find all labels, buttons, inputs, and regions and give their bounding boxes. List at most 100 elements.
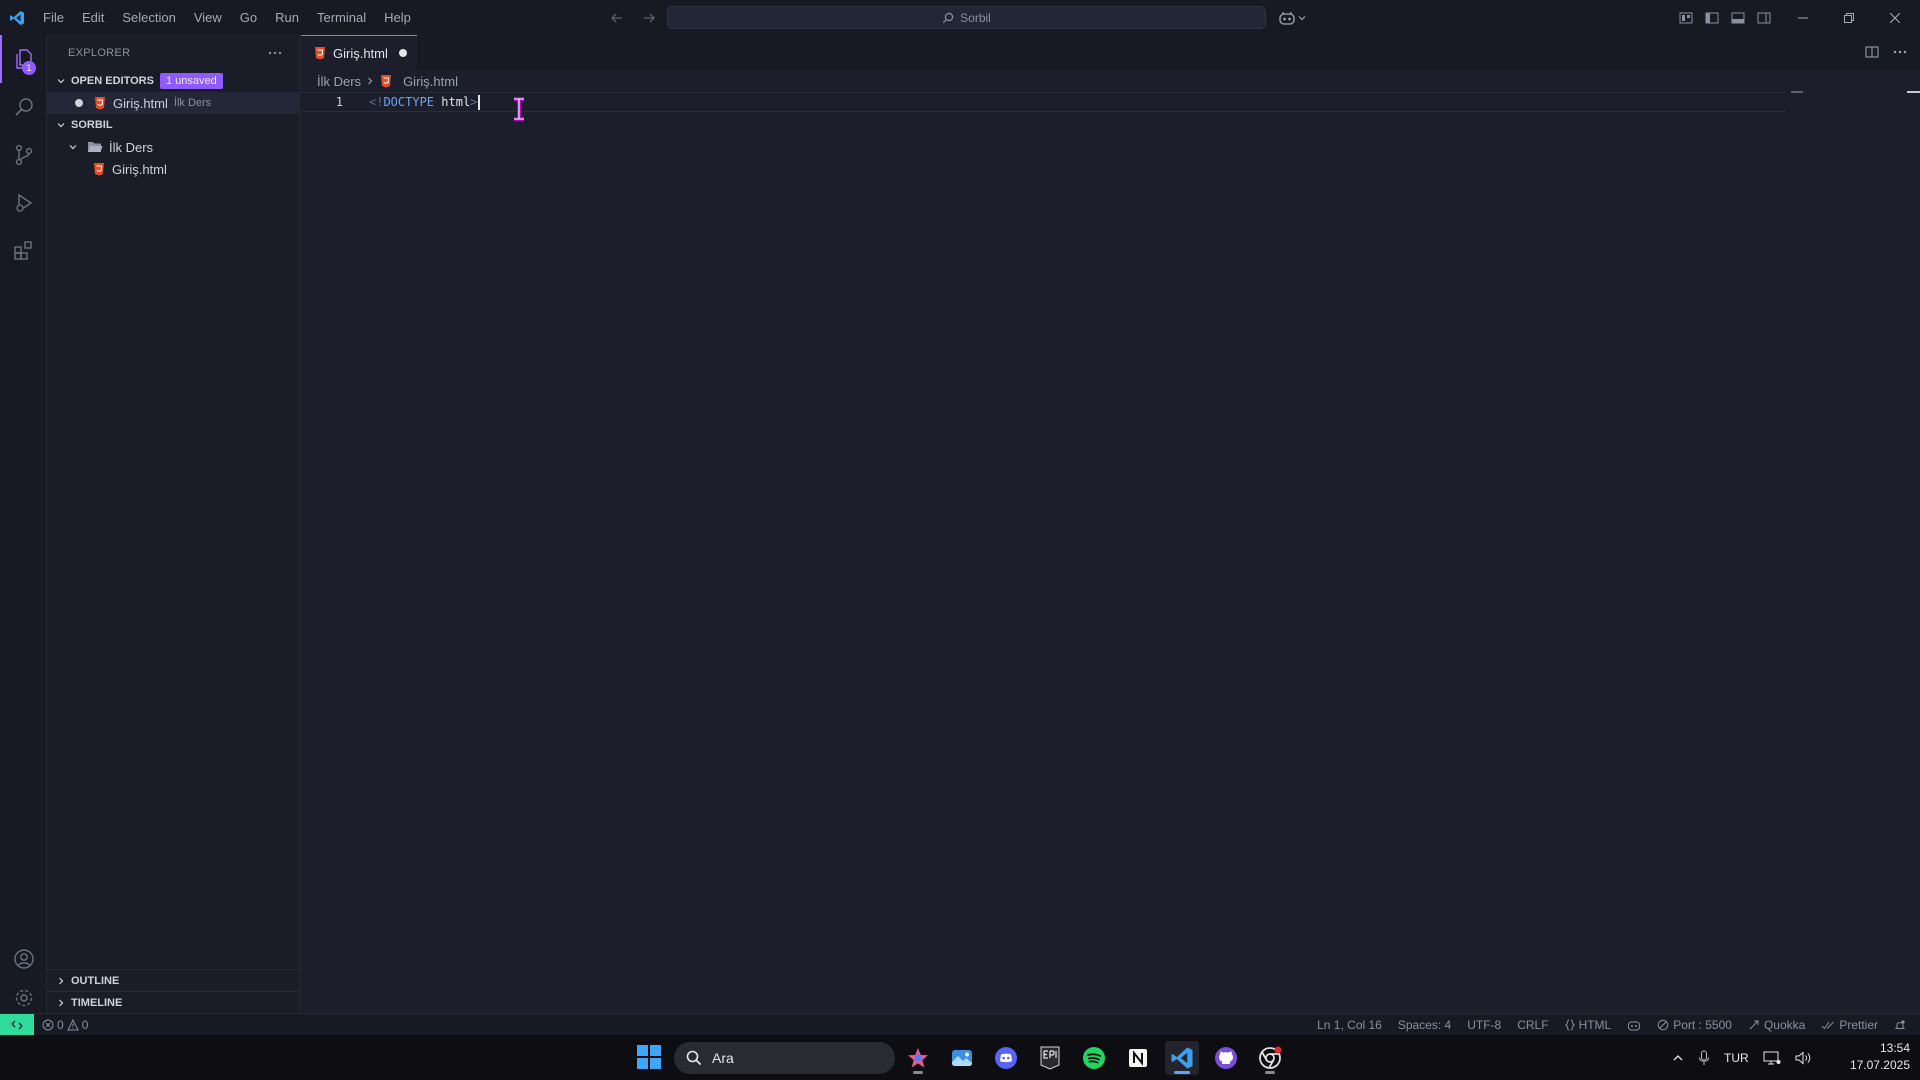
run-debug-icon: [12, 191, 36, 215]
windows-taskbar: Ara TUR 13:54 17.07.2025: [0, 1035, 1920, 1080]
taskbar-app-github[interactable]: [1209, 1041, 1243, 1075]
gear-icon: [12, 986, 36, 1010]
split-editor-icon[interactable]: [1862, 42, 1882, 62]
editor-area: Giriş.html İlk Ders Giriş.html 1 <!DOCTY…: [301, 35, 1920, 1013]
live-server-port[interactable]: Port : 5500: [1649, 1018, 1740, 1032]
menu-help[interactable]: Help: [375, 0, 420, 35]
forward-arrow-icon[interactable]: [638, 7, 660, 29]
copilot-status[interactable]: [1619, 1019, 1649, 1031]
tab-actions: [1862, 42, 1910, 62]
taskbar-app-notion[interactable]: [1121, 1041, 1155, 1075]
menu-go[interactable]: Go: [231, 0, 266, 35]
problems-indicator[interactable]: 0 0: [42, 1018, 88, 1032]
activity-search[interactable]: [0, 83, 47, 131]
unsaved-badge: 1 unsaved: [159, 73, 223, 89]
running-indicator: [913, 1071, 923, 1074]
menu-selection[interactable]: Selection: [113, 0, 184, 35]
timeline-header[interactable]: TIMELINE: [47, 991, 300, 1013]
folder-item[interactable]: İlk Ders: [47, 136, 299, 158]
microphone-icon[interactable]: [1698, 1050, 1710, 1066]
photos-icon: [950, 1046, 974, 1070]
activity-accounts[interactable]: [0, 935, 47, 983]
activity-source-control[interactable]: [0, 131, 47, 179]
menu-edit[interactable]: Edit: [73, 0, 113, 35]
taskbar-app-photos[interactable]: [945, 1041, 979, 1075]
back-arrow-icon[interactable]: [606, 7, 628, 29]
taskbar-app-discord[interactable]: [989, 1041, 1023, 1075]
toggle-panel-icon[interactable]: [1728, 8, 1748, 28]
close-icon[interactable]: [1872, 0, 1918, 35]
command-center-text: Sorbil: [960, 10, 991, 25]
explorer-sidebar: EXPLORER OPEN EDITORS 1 unsaved Giriş.ht…: [47, 35, 300, 1013]
menu-run[interactable]: Run: [266, 0, 308, 35]
warning-count: 0: [81, 1017, 89, 1032]
taskbar-search[interactable]: Ara: [674, 1042, 895, 1074]
more-actions-icon[interactable]: [1890, 42, 1910, 62]
toggle-secondary-sidebar-icon[interactable]: [1754, 8, 1774, 28]
customize-layout-icon[interactable]: [1676, 8, 1696, 28]
explorer-title: EXPLORER: [68, 46, 131, 59]
activity-run-debug[interactable]: [0, 179, 47, 227]
breadcrumb-folder[interactable]: İlk Ders: [317, 74, 361, 89]
quokka-status[interactable]: Quokka: [1740, 1018, 1813, 1032]
open-editor-name: Giriş.html: [113, 95, 168, 111]
menu-terminal[interactable]: Terminal: [308, 0, 375, 35]
chevron-down-icon: [53, 117, 69, 133]
taskbar-clock[interactable]: 13:54 17.07.2025: [1838, 1040, 1910, 1074]
outline-header[interactable]: OUTLINE: [47, 969, 300, 991]
copilot-icon: [1278, 10, 1296, 26]
remote-indicator[interactable]: [0, 1013, 34, 1036]
breadcrumb: İlk Ders Giriş.html: [301, 70, 1920, 92]
menu-file[interactable]: File: [34, 0, 73, 35]
code-token-html: html: [441, 95, 471, 109]
taskbar-app-chrome[interactable]: [1253, 1041, 1287, 1075]
encoding[interactable]: UTF-8: [1459, 1018, 1509, 1032]
prettier-status[interactable]: Prettier: [1813, 1018, 1886, 1032]
html-file-icon: [93, 96, 107, 110]
chevron-up-icon[interactable]: [1672, 1052, 1684, 1064]
unsaved-dot-icon[interactable]: [75, 99, 83, 107]
open-editors-header[interactable]: OPEN EDITORS 1 unsaved: [47, 70, 299, 92]
input-language[interactable]: TUR: [1724, 1051, 1749, 1065]
minimize-icon[interactable]: [1780, 0, 1826, 35]
file-name: Giriş.html: [112, 161, 167, 177]
activity-manage[interactable]: [0, 983, 47, 1013]
line-number: 1: [335, 95, 343, 109]
language-mode[interactable]: HTML: [1557, 1018, 1620, 1032]
braces-icon: [1564, 1019, 1575, 1031]
restore-icon[interactable]: [1826, 0, 1872, 35]
indentation[interactable]: Spaces: 4: [1390, 1018, 1459, 1032]
copilot-button[interactable]: [1278, 7, 1314, 29]
taskbar-app-creative[interactable]: [901, 1041, 935, 1075]
open-editor-item[interactable]: Giriş.html İlk Ders: [47, 92, 299, 114]
toggle-primary-sidebar-icon[interactable]: [1702, 8, 1722, 28]
line-ending[interactable]: CRLF: [1509, 1018, 1556, 1032]
activity-extensions[interactable]: [0, 227, 47, 275]
taskbar-app-spotify[interactable]: [1077, 1041, 1111, 1075]
tab-giris-html[interactable]: Giriş.html: [301, 35, 417, 70]
search-icon: [686, 1050, 702, 1066]
unsaved-dot-icon[interactable]: [399, 49, 407, 57]
command-center-search[interactable]: Sorbil: [667, 6, 1266, 29]
code-text[interactable]: <!DOCTYPE html>: [369, 93, 481, 112]
notifications[interactable]: [1886, 1019, 1914, 1031]
running-indicator: [1265, 1071, 1275, 1074]
volume-icon[interactable]: [1795, 1050, 1813, 1066]
breadcrumb-file[interactable]: Giriş.html: [403, 74, 458, 89]
code-token-close: >: [470, 95, 478, 109]
clock-date: 17.07.2025: [1849, 1058, 1910, 1072]
file-item[interactable]: Giriş.html: [47, 158, 299, 180]
taskbar-app-vscode[interactable]: [1165, 1041, 1199, 1075]
taskbar-app-epic-games[interactable]: [1033, 1041, 1067, 1075]
folder-name: İlk Ders: [109, 139, 154, 155]
code-token-open: <!: [369, 95, 384, 109]
workspace-header[interactable]: SORBIL: [47, 114, 299, 136]
activity-explorer[interactable]: 1: [0, 35, 47, 83]
menu-view[interactable]: View: [185, 0, 231, 35]
html-file-icon: [379, 74, 393, 88]
copilot-icon: [1627, 1019, 1641, 1031]
network-icon[interactable]: [1763, 1050, 1781, 1066]
windows-start-icon[interactable]: [637, 1045, 661, 1069]
cursor-position[interactable]: Ln 1, Col 16: [1309, 1018, 1390, 1032]
more-actions-icon[interactable]: [265, 43, 285, 63]
